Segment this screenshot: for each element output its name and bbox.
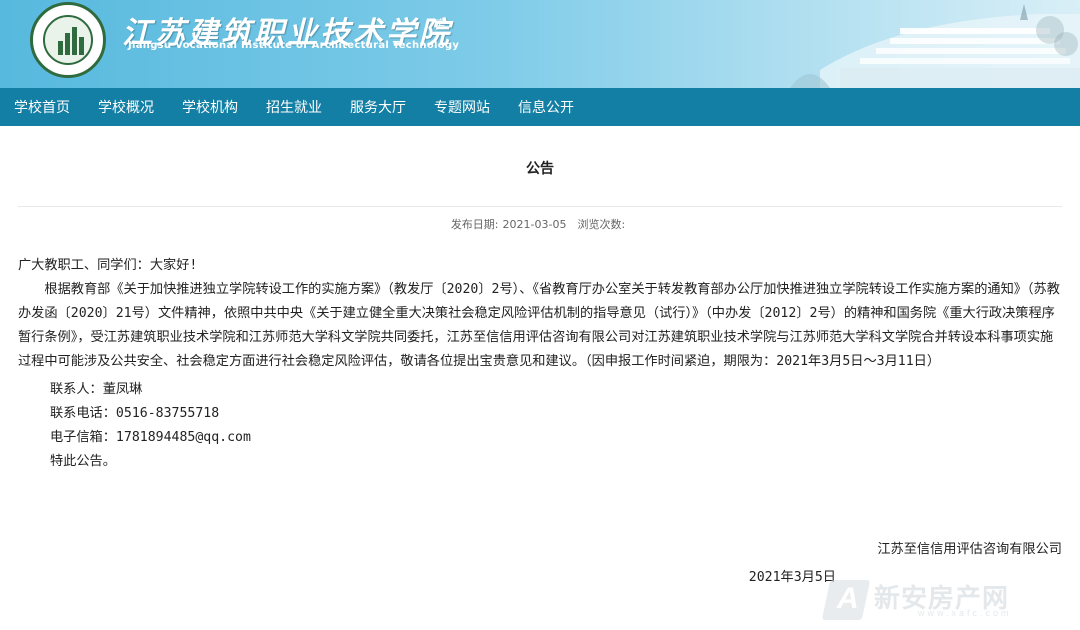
- article-meta: 发布日期: 2021-03-05 浏览次数:: [0, 216, 1080, 232]
- body-paragraph: 根据教育部《关于加快推进独立学院转设工作的实施方案》（教发厅〔2020〕2号）、…: [18, 282, 1060, 369]
- closing-line: 特此公告。: [50, 454, 116, 469]
- school-emblem-icon[interactable]: [30, 2, 106, 78]
- contact-email[interactable]: 电子信箱：1781894485@qq.com: [18, 426, 1062, 450]
- page-title: 公告: [526, 161, 554, 177]
- main-nav: 学校首页 学校概况 学校机构 招生就业 服务大厅 专题网站 信息公开: [0, 88, 1080, 126]
- school-name-en: Jiangsu Vocational Institute of Architec…: [128, 40, 460, 51]
- nav-item-special-sites[interactable]: 专题网站: [434, 97, 490, 117]
- signature-org: 江苏至信信用评估咨询有限公司: [877, 542, 1062, 557]
- campus-building-illustration: [790, 4, 1080, 88]
- nav-item-admissions[interactable]: 招生就业: [266, 97, 322, 117]
- publish-date: 2021-03-05: [502, 218, 567, 231]
- title-divider: [18, 206, 1062, 207]
- watermark-url: www.xafc.com: [918, 608, 1012, 618]
- views-label: 浏览次数:: [577, 218, 626, 231]
- article-content: 公告 发布日期: 2021-03-05 浏览次数: 广大教职工、同学们：大家好! …: [0, 126, 1080, 630]
- emblem-building-glyph: [58, 27, 84, 55]
- nav-item-departments[interactable]: 学校机构: [182, 97, 238, 117]
- contact-phone: 联系电话：0516-83755718: [50, 406, 220, 421]
- nav-item-service-hall[interactable]: 服务大厅: [350, 97, 406, 117]
- article-body: 广大教职工、同学们：大家好! 根据教育部《关于加快推进独立学院转设工作的实施方案…: [18, 254, 1062, 585]
- publish-date-label: 发布日期:: [450, 218, 499, 231]
- emblem-inner-ring: [43, 15, 93, 65]
- watermark-letter: A: [837, 582, 859, 615]
- greeting: 广大教职工、同学们：大家好!: [18, 258, 198, 273]
- calligraphy-seal: 字: [431, 18, 445, 30]
- nav-item-info-disclosure[interactable]: 信息公开: [518, 97, 574, 117]
- site-header: 江苏建筑职业技术学院 Jiangsu Vocational Institute …: [0, 0, 1080, 88]
- nav-item-home[interactable]: 学校首页: [14, 97, 70, 117]
- nav-item-overview[interactable]: 学校概况: [98, 97, 154, 117]
- contact-person: 联系人：董凤琳: [50, 382, 143, 397]
- site-watermark: A 新安房产网 www.xafc.com: [821, 578, 1066, 622]
